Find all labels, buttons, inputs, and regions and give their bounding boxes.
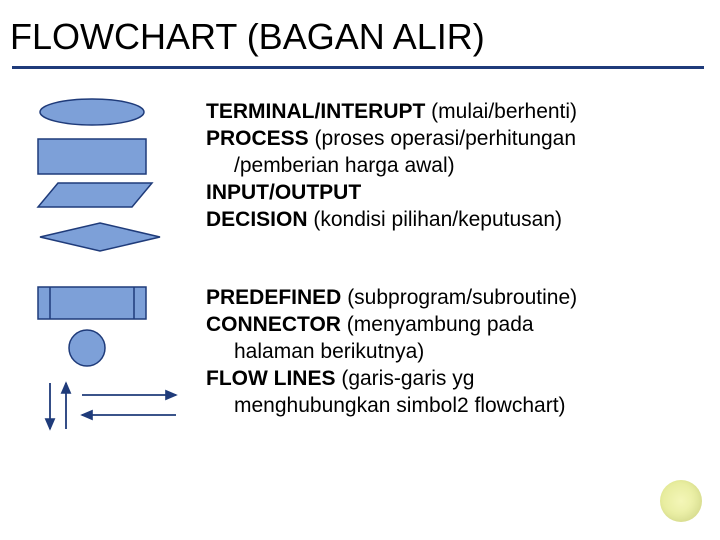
- terminal-line: TERMINAL/INTERUPT (mulai/berhenti): [206, 99, 700, 126]
- content-block-1: TERMINAL/INTERUPT (mulai/berhenti) PROCE…: [0, 69, 720, 261]
- flowlines-line: FLOW LINES (garis-garis yg: [206, 366, 700, 393]
- flowlines-line2: menghubungkan simbol2 flowchart): [206, 393, 700, 420]
- corner-decoration-icon: [660, 480, 702, 522]
- terminal-label: TERMINAL/INTERUPT: [206, 100, 425, 123]
- content-block-2: PREDEFINED (subprogram/subroutine) CONNE…: [0, 285, 720, 437]
- text-column-2: PREDEFINED (subprogram/subroutine) CONNE…: [206, 285, 700, 437]
- text-column-1: TERMINAL/INTERUPT (mulai/berhenti) PROCE…: [206, 97, 700, 261]
- flowlines-label: FLOW LINES: [206, 367, 336, 390]
- connector-desc: (menyambung pada: [341, 313, 534, 336]
- connector-line: CONNECTOR (menyambung pada: [206, 312, 700, 339]
- slide-title: FLOWCHART (BAGAN ALIR): [0, 0, 720, 66]
- predefined-desc: (subprogram/subroutine): [341, 286, 577, 309]
- predefined-shape-icon: [36, 285, 206, 327]
- predefined-label: PREDEFINED: [206, 286, 341, 309]
- io-label: INPUT/OUTPUT: [206, 181, 361, 204]
- decision-shape-icon: [36, 221, 206, 261]
- process-desc: (proses operasi/perhitungan: [309, 127, 576, 150]
- io-shape-icon: [36, 181, 206, 221]
- decision-desc: (kondisi pilihan/keputusan): [308, 208, 562, 231]
- process-line: PROCESS (proses operasi/perhitungan: [206, 126, 700, 153]
- terminal-shape-icon: [36, 97, 206, 137]
- process-shape-icon: [36, 137, 206, 181]
- shapes-column-2: [36, 285, 206, 437]
- io-line: INPUT/OUTPUT: [206, 180, 700, 207]
- process-line2: /pemberian harga awal): [206, 153, 700, 180]
- terminal-desc: (mulai/berhenti): [425, 100, 577, 123]
- shapes-column-1: [36, 97, 206, 261]
- process-label: PROCESS: [206, 127, 309, 150]
- flowlines-desc: (garis-garis yg: [336, 367, 475, 390]
- decision-label: DECISION: [206, 208, 308, 231]
- connector-line2: halaman berikutnya): [206, 339, 700, 366]
- predefined-line: PREDEFINED (subprogram/subroutine): [206, 285, 700, 312]
- decision-line: DECISION (kondisi pilihan/keputusan): [206, 207, 700, 234]
- flowlines-shape-icon: [36, 377, 206, 437]
- connector-shape-icon: [36, 327, 206, 377]
- connector-label: CONNECTOR: [206, 313, 341, 336]
